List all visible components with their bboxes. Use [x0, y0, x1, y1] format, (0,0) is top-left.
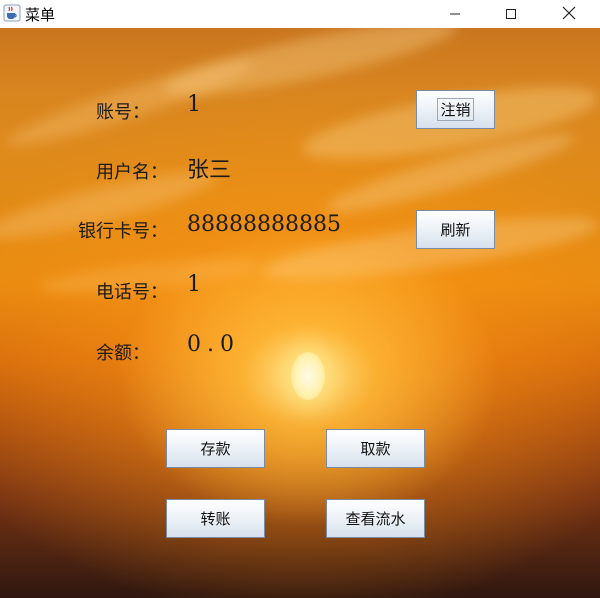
- minimize-button[interactable]: [432, 0, 478, 28]
- sunset-background: [0, 28, 600, 598]
- view-transactions-button[interactable]: 查看流水: [326, 499, 425, 538]
- phone-value: 1: [187, 272, 201, 297]
- close-button[interactable]: [546, 0, 592, 28]
- username-value: 张三: [187, 158, 232, 183]
- maximize-button[interactable]: [488, 0, 534, 28]
- sun-image: [291, 352, 325, 400]
- card-number-value: 88888888885: [187, 212, 341, 237]
- java-coffee-cup-icon: [3, 4, 21, 22]
- view-transactions-button-label: 查看流水: [345, 510, 406, 528]
- deposit-button[interactable]: 存款: [166, 429, 265, 468]
- username-label: 用户名：: [96, 162, 168, 183]
- minimize-icon: [449, 5, 461, 24]
- close-icon: [562, 5, 576, 24]
- balance-label: 余额：: [96, 343, 150, 364]
- withdraw-button-label: 取款: [360, 440, 391, 458]
- app-window: 菜单 账号： 1 用户名： 张三 银行卡号： 88888888885 电话号： …: [0, 0, 600, 598]
- title-bar[interactable]: 菜单: [0, 0, 600, 28]
- logout-button-label: 注销: [437, 98, 474, 121]
- deposit-button-label: 存款: [200, 440, 231, 458]
- transfer-button[interactable]: 转账: [166, 499, 265, 538]
- card-number-label: 银行卡号：: [78, 221, 168, 242]
- phone-label: 电话号：: [96, 282, 168, 303]
- refresh-button-label: 刷新: [440, 221, 471, 239]
- account-value: 1: [187, 92, 201, 117]
- maximize-icon: [505, 5, 517, 24]
- window-title: 菜单: [25, 6, 56, 24]
- transfer-button-label: 转账: [200, 510, 231, 528]
- logout-button[interactable]: 注销: [416, 90, 495, 129]
- content-panel: 账号： 1 用户名： 张三 银行卡号： 88888888885 电话号： 1 余…: [0, 28, 600, 598]
- balance-value: 0.0: [187, 332, 240, 357]
- account-label: 账号：: [96, 102, 150, 123]
- refresh-button[interactable]: 刷新: [416, 210, 495, 249]
- withdraw-button[interactable]: 取款: [326, 429, 425, 468]
